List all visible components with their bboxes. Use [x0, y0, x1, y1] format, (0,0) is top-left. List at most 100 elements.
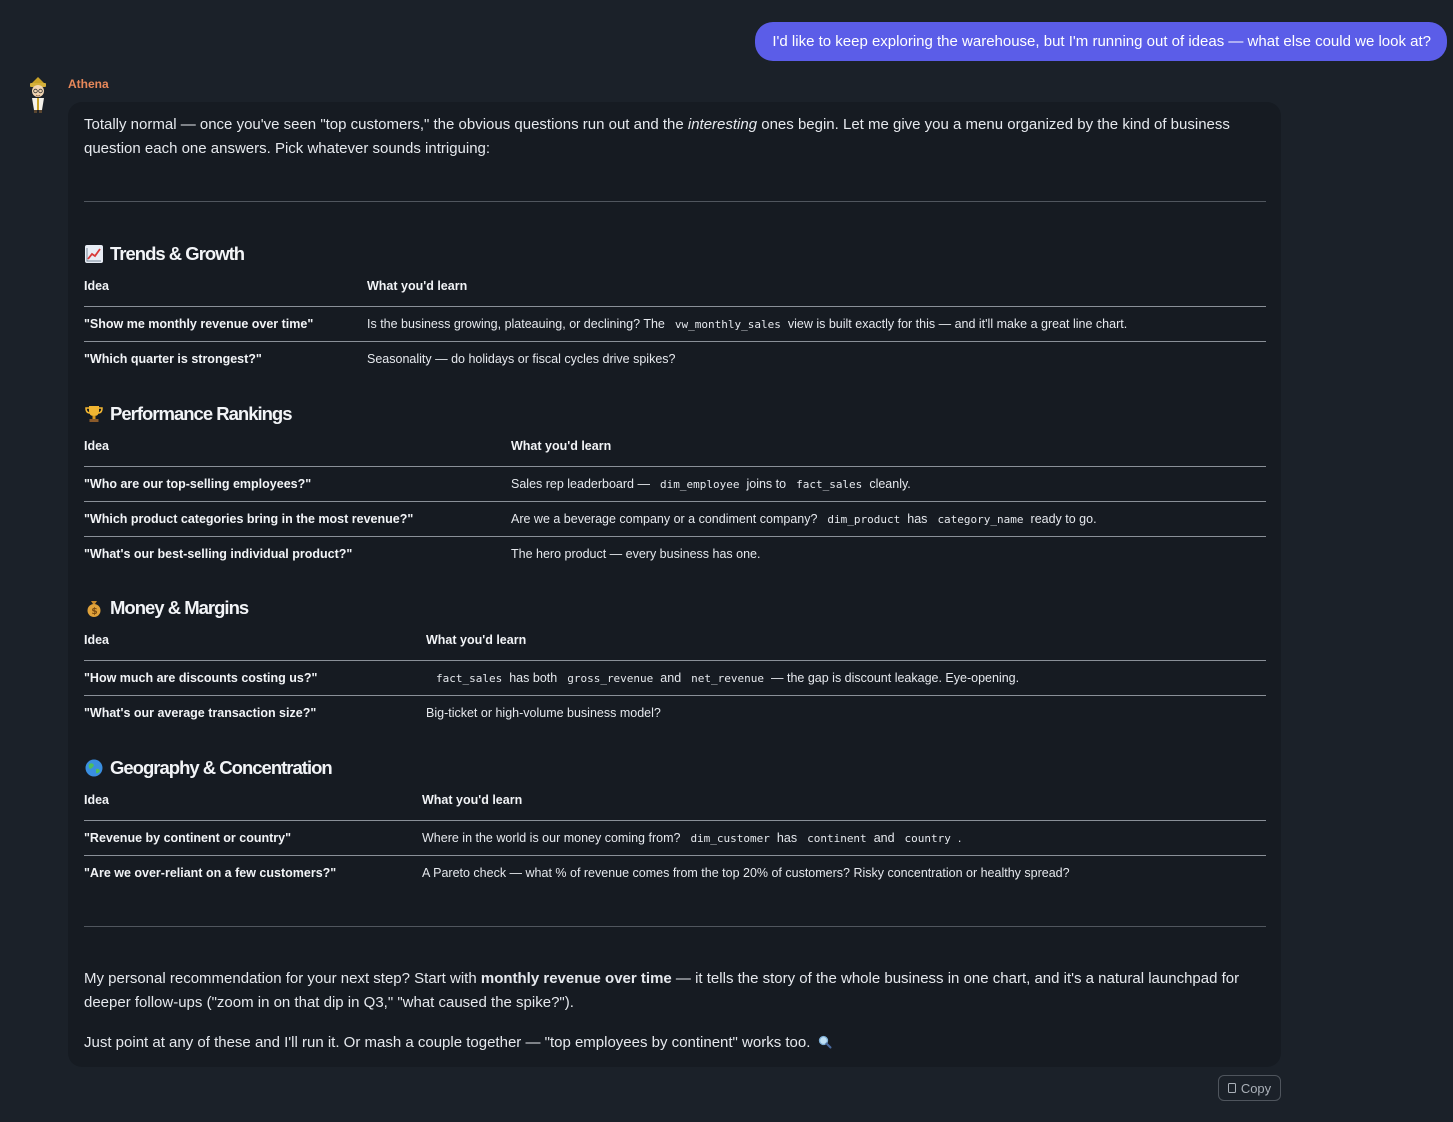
code-token: fact_sales: [436, 672, 503, 685]
header-learn: What you'd learn: [367, 277, 1266, 307]
code-token: country: [904, 832, 951, 845]
code-token: category_name: [937, 513, 1024, 526]
code-token: vw_monthly_sales: [674, 318, 781, 331]
learn-text: and: [873, 831, 895, 845]
learn-text: has: [907, 512, 928, 526]
table-row: "What's our best-selling individual prod…: [84, 537, 1266, 572]
intro-text-before: Totally normal — once you've seen "top c…: [84, 116, 688, 133]
learn-cell: fact_sales has both gross_revenue and net_re…: [426, 660, 1266, 696]
header-idea: Idea: [84, 631, 426, 661]
idea-cell: "What's our average transaction size?": [84, 706, 317, 720]
table-row: "Which product categories bring in the m…: [84, 501, 1266, 537]
clipboard-icon: [1227, 1083, 1236, 1093]
trophy-icon: [85, 406, 103, 422]
learn-text: Where in the world is our money coming f…: [422, 831, 681, 845]
ideas-table: Idea What you'd learn "How much are disc…: [84, 631, 1266, 730]
idea-cell: "Show me monthly revenue over time": [84, 306, 367, 342]
header-idea: Idea: [84, 437, 511, 467]
header-learn: What you'd learn: [426, 631, 1266, 661]
learn-cell: Is the business growing, plateauing, or …: [367, 306, 1266, 342]
header-idea: Idea: [84, 277, 367, 307]
assistant-message-card: Totally normal — once you've seen "top c…: [68, 102, 1281, 1067]
learn-cell: Where in the world is our money coming f…: [422, 820, 1266, 856]
table-header-row: Idea What you'd learn: [84, 791, 1266, 821]
magnifying-glass-icon: [818, 1035, 832, 1049]
recommendation-text-before: My personal recommendation for your next…: [84, 970, 481, 987]
code-token: dim_employee: [659, 478, 740, 491]
code-token: dim_customer: [690, 832, 770, 845]
section-heading: Trends & Growth: [84, 241, 1266, 267]
ideas-table: Idea What you'd learn "Who are our top-s…: [84, 437, 1266, 571]
recommendation-paragraph: My personal recommendation for your next…: [84, 967, 1266, 1015]
table-row: "Who are our top-selling employees?" Sal…: [84, 466, 1266, 502]
copy-button[interactable]: Copy: [1218, 1075, 1281, 1101]
learn-cell: Sales rep leaderboard — dim_employee joins…: [511, 466, 1266, 502]
idea-cell: "Who are our top-selling employees?": [84, 466, 511, 502]
learn-text: has both: [509, 671, 558, 685]
recommendation-bold: monthly revenue over time: [480, 970, 672, 987]
idea-cell: "What's our best-selling individual prod…: [84, 547, 353, 561]
header-learn: What you'd learn: [422, 791, 1266, 821]
divider-bottom: [84, 926, 1266, 927]
idea-cell: "Which quarter is strongest?": [84, 352, 262, 366]
learn-cell: A Pareto check — what % of revenue comes…: [422, 866, 1070, 880]
closing-text: Just point at any of these and I'll run …: [84, 1034, 811, 1051]
table-header-row: Idea What you'd learn: [84, 277, 1266, 307]
copy-button-label: Copy: [1240, 1080, 1272, 1096]
section-title: Performance Rankings: [110, 403, 293, 424]
code-token: gross_revenue: [567, 672, 654, 685]
ideas-table: Idea What you'd learn "Revenue by contin…: [84, 791, 1266, 890]
code-token: continent: [807, 832, 867, 845]
idea-cell: "How much are discounts costing us?": [84, 660, 426, 696]
athena-avatar: [30, 77, 46, 113]
learn-text: ready to go.: [1030, 512, 1097, 526]
table-row: "Which quarter is strongest?" Seasonalit…: [84, 342, 1266, 377]
idea-cell: "Which product categories bring in the m…: [84, 501, 511, 537]
section-trends-growth: Trends & Growth Idea What you'd learn "S…: [84, 241, 1266, 376]
table-header-row: Idea What you'd learn: [84, 437, 1266, 467]
section-geography-concentration: Geography & Concentration Idea What you'…: [84, 755, 1266, 890]
table-row: "Revenue by continent or country" Where …: [84, 820, 1266, 856]
idea-cell: "Are we over-reliant on a few customers?…: [84, 866, 337, 880]
learn-text: cleanly.: [869, 477, 911, 491]
learn-cell: Seasonality — do holidays or fiscal cycl…: [367, 352, 676, 366]
learn-text: .: [957, 831, 962, 845]
learn-text: Is the business growing, plateauing, or …: [367, 317, 665, 331]
money-bag-icon: $: [87, 601, 101, 617]
learn-text: view is built exactly for this — and it'…: [787, 317, 1128, 331]
chart-increasing-icon: [85, 245, 103, 263]
globe-icon: [85, 759, 103, 777]
divider-top: [84, 201, 1266, 202]
learn-text: and: [660, 671, 682, 685]
learn-text: has: [776, 831, 798, 845]
intro-paragraph: Totally normal — once you've seen "top c…: [84, 113, 1266, 161]
idea-cell: "Revenue by continent or country": [84, 820, 422, 856]
table-header-row: Idea What you'd learn: [84, 631, 1266, 661]
ideas-table: Idea What you'd learn "Show me monthly r…: [84, 277, 1266, 376]
svg-text:$: $: [91, 607, 97, 617]
closing-paragraph: Just point at any of these and I'll run …: [84, 1031, 1266, 1055]
learn-cell: Are we a beverage company or a condiment…: [511, 501, 1266, 537]
table-row: "Are we over-reliant on a few customers?…: [84, 856, 1266, 891]
section-heading: Geography & Concentration: [84, 755, 1266, 781]
table-row: "How much are discounts costing us?" fac…: [84, 660, 1266, 696]
table-row: "Show me monthly revenue over time" Is t…: [84, 306, 1266, 342]
learn-cell: Big-ticket or high-volume business model…: [426, 706, 661, 720]
learn-text: — the gap is discount leakage. Eye-openi…: [771, 671, 1020, 685]
header-idea: Idea: [84, 791, 422, 821]
section-title: Trends & Growth: [110, 243, 245, 264]
section-heading: Performance Rankings: [84, 401, 1266, 427]
table-row: "What's our average transaction size?" B…: [84, 696, 1266, 731]
code-token: net_revenue: [691, 672, 765, 685]
section-heading: $ Money & Margins: [84, 595, 1266, 621]
section-title: Money & Margins: [110, 597, 249, 618]
section-money-margins: $ Money & Margins Idea What you'd learn …: [84, 595, 1266, 730]
intro-emphasis: interesting: [687, 116, 758, 133]
learn-cell: The hero product — every business has on…: [511, 547, 761, 561]
learn-text: Are we a beverage company or a condiment…: [511, 512, 818, 526]
code-token: dim_product: [827, 513, 901, 526]
user-message-bubble: I'd like to keep exploring the warehouse…: [755, 22, 1447, 61]
learn-text: joins to: [746, 477, 787, 491]
section-performance-rankings: Performance Rankings Idea What you'd lea…: [84, 401, 1266, 571]
assistant-name: Athena: [68, 77, 109, 91]
